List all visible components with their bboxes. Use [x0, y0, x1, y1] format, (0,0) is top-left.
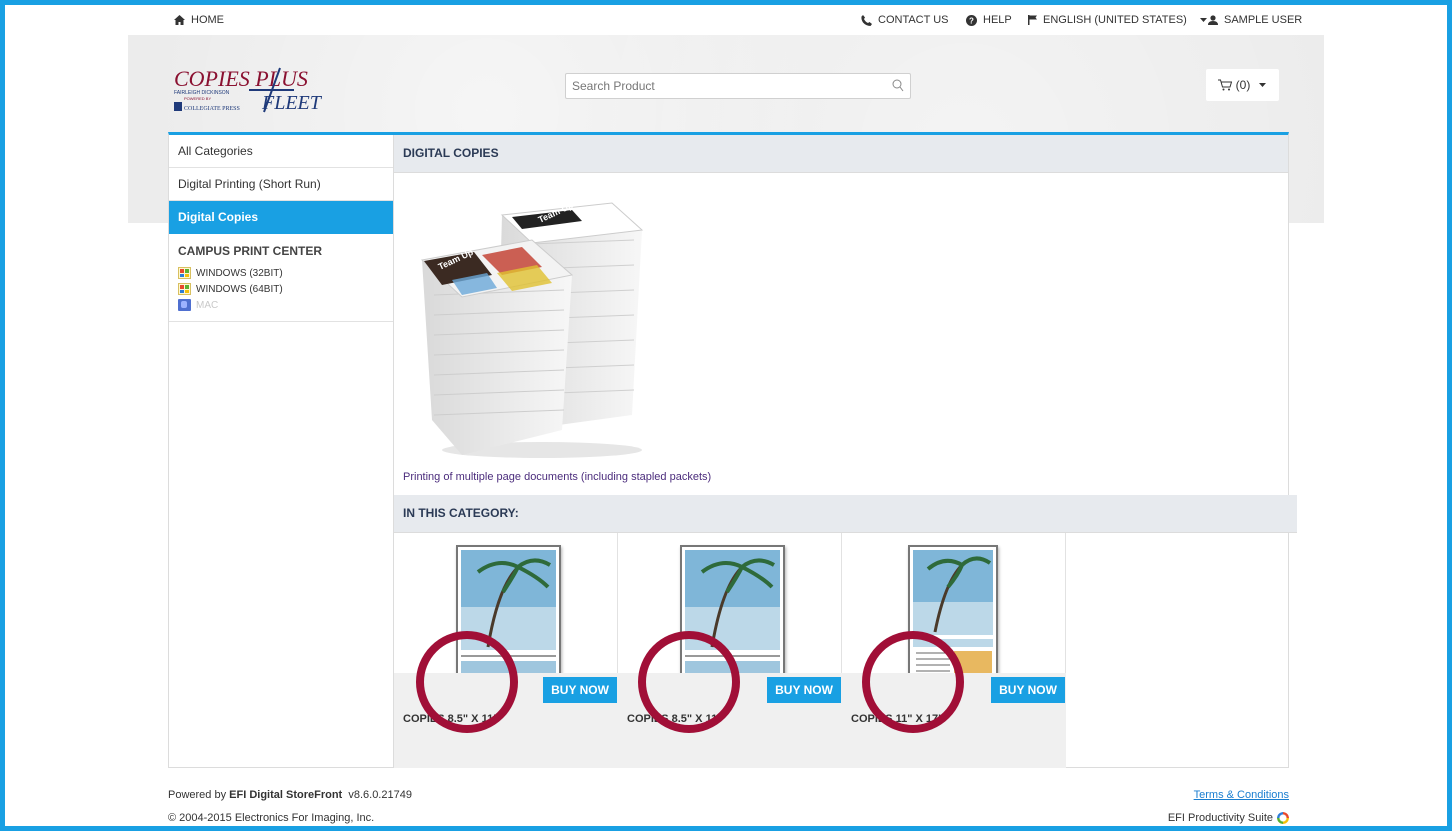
contact-us-link[interactable]: CONTACT US: [861, 14, 949, 26]
powered-by: Powered by EFI Digital StoreFront v8.6.0…: [168, 789, 412, 801]
version-text: v8.6.0.21749: [348, 789, 412, 801]
mac-icon: [178, 299, 191, 311]
paper-stack-image: Team Up Team Up: [420, 200, 644, 458]
top-nav: HOME CONTACT US ? HELP ENGLISH (UNITED S…: [0, 0, 1452, 35]
sidebar-item-digital-printing[interactable]: Digital Printing (Short Run): [169, 168, 393, 201]
windows-32bit-link[interactable]: WINDOWS (32BIT): [178, 265, 393, 281]
svg-text:POWERED BY: POWERED BY: [184, 96, 211, 101]
svg-text:?: ?: [969, 16, 974, 25]
powered-by-brand: EFI Digital StoreFront: [229, 789, 343, 801]
svg-text:COPIES PLUS: COPIES PLUS: [174, 66, 308, 91]
cart-count: (0): [1235, 78, 1251, 92]
windows-64bit-label: WINDOWS (64BIT): [196, 283, 283, 295]
buy-now-button[interactable]: BUY NOW: [991, 677, 1065, 703]
product-grid: BUY NOW COPIES 8.5" X 11" BUY NOW COPIES…: [394, 533, 1288, 768]
caret-down-icon: [1199, 18, 1207, 22]
sidebar-item-digital-copies[interactable]: Digital Copies: [169, 201, 393, 234]
product-card[interactable]: BUY NOW COPIES 8.5" X 11": [394, 533, 618, 768]
campus-print-center: CAMPUS PRINT CENTER WINDOWS (32BIT) WIND…: [169, 234, 393, 322]
language-selector[interactable]: ENGLISH (UNITED STATES): [1028, 14, 1208, 26]
efi-logo-icon: [1277, 812, 1289, 824]
powered-by-prefix: Powered by: [168, 789, 230, 801]
store-logo[interactable]: COPIES PLUS FAIRLEIGH DICKINSON POWERED …: [174, 64, 324, 114]
product-name[interactable]: COPIES 11" X 17": [851, 713, 943, 725]
product-name[interactable]: COPIES 8.5" X 11": [403, 713, 498, 725]
sidebar-item-all-categories[interactable]: All Categories: [169, 135, 393, 168]
buy-now-button[interactable]: BUY NOW: [767, 677, 841, 703]
language-label: ENGLISH (UNITED STATES): [1043, 14, 1187, 26]
product-thumbnail[interactable]: [908, 545, 998, 683]
windows-icon: [178, 267, 191, 279]
help-label: HELP: [983, 14, 1012, 26]
main-panel: All Categories Digital Printing (Short R…: [168, 132, 1297, 768]
phone-icon: [861, 14, 872, 26]
copies-plus-fleet-logo: COPIES PLUS FAIRLEIGH DICKINSON POWERED …: [174, 66, 323, 114]
buy-now-button[interactable]: BUY NOW: [543, 677, 617, 703]
in-this-category-header: IN THIS CATEGORY:: [394, 495, 1297, 533]
flag-icon: [1028, 15, 1037, 25]
caret-down-icon: [1259, 83, 1267, 87]
help-link[interactable]: ? HELP: [966, 14, 1012, 26]
mac-link[interactable]: MAC: [178, 297, 393, 313]
user-label: SAMPLE USER: [1224, 14, 1303, 26]
category-sidebar: All Categories Digital Printing (Short R…: [169, 135, 394, 768]
category-title: DIGITAL COPIES: [394, 135, 1288, 173]
product-card[interactable]: BUY NOW COPIES 8.5" X 11": [618, 533, 842, 768]
efi-productivity-suite: EFI Productivity Suite: [1168, 812, 1289, 824]
contact-us-label: CONTACT US: [878, 14, 949, 26]
cart-button[interactable]: (0): [1206, 69, 1279, 101]
product-thumbnail[interactable]: [456, 545, 561, 683]
product-name[interactable]: COPIES 8.5" X 11": [627, 713, 722, 725]
cart-icon: [1217, 79, 1232, 91]
search-box: [565, 73, 911, 99]
category-description: Printing of multiple page documents (inc…: [403, 471, 712, 483]
terms-link[interactable]: Terms & Conditions: [1194, 789, 1289, 801]
help-icon: ?: [966, 14, 977, 26]
product-card[interactable]: BUY NOW COPIES 11" X 17": [842, 533, 1066, 768]
search-icon[interactable]: [892, 79, 904, 92]
copyright-text: © 2004-2015 Electronics For Imaging, Inc…: [168, 812, 375, 824]
mac-label: MAC: [196, 299, 219, 311]
svg-text:COLLEGIATE PRESS: COLLEGIATE PRESS: [184, 106, 240, 112]
user-menu[interactable]: SAMPLE USER: [1208, 14, 1302, 26]
efi-suite-label: EFI Productivity Suite: [1167, 812, 1273, 824]
product-thumbnail[interactable]: [680, 545, 785, 683]
user-icon: [1208, 15, 1218, 25]
search-input[interactable]: [566, 74, 878, 98]
windows-64bit-link[interactable]: WINDOWS (64BIT): [178, 281, 393, 297]
svg-text:FLEET: FLEET: [261, 92, 323, 114]
windows-32bit-label: WINDOWS (32BIT): [196, 267, 283, 279]
home-label: HOME: [191, 14, 224, 26]
windows-icon: [178, 283, 191, 295]
campus-print-center-title: CAMPUS PRINT CENTER: [178, 244, 323, 258]
home-icon: [174, 15, 185, 25]
category-content: DIGITAL COPIES Team Up Team Up Printing …: [394, 135, 1297, 768]
home-link[interactable]: HOME: [174, 14, 224, 26]
